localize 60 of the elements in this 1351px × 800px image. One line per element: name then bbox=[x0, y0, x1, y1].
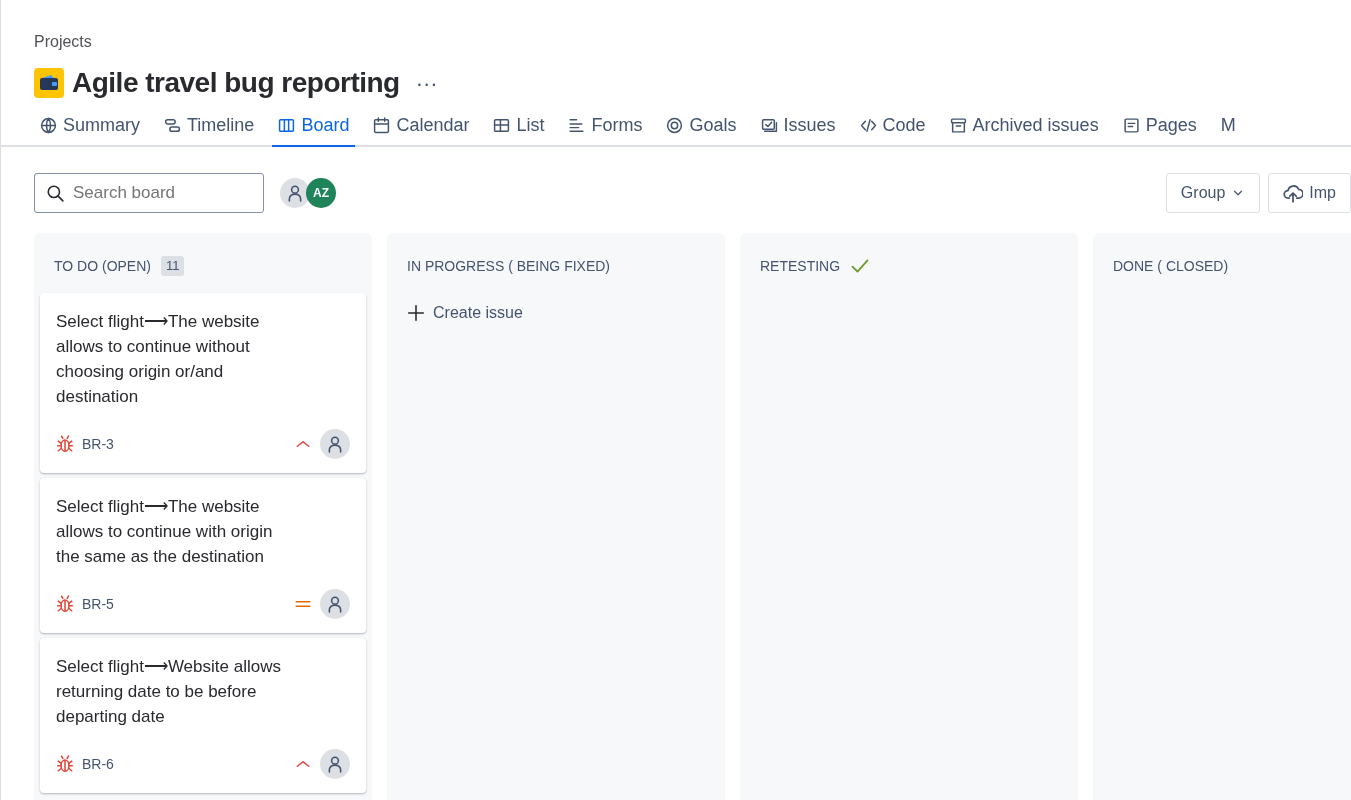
cloud-upload-icon bbox=[1283, 183, 1304, 203]
checkbox-icon bbox=[760, 117, 778, 134]
plus-icon bbox=[407, 304, 425, 322]
target-icon bbox=[666, 117, 684, 134]
page-icon bbox=[1122, 117, 1140, 134]
issue-count: 11 bbox=[160, 256, 185, 276]
tab[interactable]: Timeline bbox=[158, 108, 261, 147]
issue-summary: Select flight⟶Website allows returning date to be before departing date bbox=[56, 656, 282, 728]
tab[interactable]: Calendar bbox=[367, 108, 476, 147]
issue-summary: Select flight⟶The website allows to continue without choosing origin or/and destination bbox=[56, 311, 261, 408]
tab[interactable]: Code bbox=[853, 108, 932, 147]
search-field[interactable]: Search board bbox=[34, 173, 264, 213]
bug-icon bbox=[56, 755, 74, 773]
tab[interactable]: Board bbox=[272, 108, 356, 147]
issue-card[interactable]: Select flight⟶The website allows to continue with origin the same as the destination BR-5 bbox=[40, 478, 366, 633]
issue-card[interactable]: Select flight⟶The website allows to continue without choosing origin or/and destination BR-3 bbox=[40, 293, 366, 473]
column-title: RETESTING bbox=[760, 256, 841, 276]
more-button[interactable]: ··· bbox=[407, 66, 446, 100]
search-icon bbox=[46, 184, 64, 202]
avatar[interactable] bbox=[280, 178, 310, 208]
calendar-icon bbox=[373, 117, 391, 134]
column-title: DONE ( CLOSED) bbox=[1113, 256, 1229, 276]
issue-key[interactable]: BR-3 bbox=[82, 433, 114, 455]
project-title: Agile travel bug reporting bbox=[72, 66, 400, 100]
issue-key[interactable]: BR-6 bbox=[82, 753, 114, 775]
tab[interactable]: Issues bbox=[754, 108, 842, 147]
assignee-avatar[interactable] bbox=[320, 429, 350, 459]
tab[interactable]: M bbox=[1214, 108, 1242, 147]
tab[interactable]: Goals bbox=[660, 108, 743, 147]
board-icon bbox=[278, 117, 296, 134]
globe-icon bbox=[40, 117, 57, 134]
issue-key[interactable]: BR-5 bbox=[82, 593, 114, 615]
code-icon bbox=[859, 117, 877, 134]
tab[interactable]: Forms bbox=[562, 108, 649, 147]
table-icon bbox=[493, 117, 511, 134]
person-icon bbox=[326, 755, 344, 773]
bug-icon bbox=[56, 435, 74, 453]
toolbar-button[interactable]: Group bbox=[1165, 173, 1261, 213]
person-icon bbox=[326, 435, 344, 453]
person-icon bbox=[326, 595, 344, 613]
column-title: TO DO (OPEN) bbox=[54, 256, 151, 276]
tab[interactable]: Summary bbox=[34, 108, 146, 147]
assignee-avatar[interactable] bbox=[320, 749, 350, 779]
breadcrumb-link[interactable]: Projects bbox=[34, 0, 1351, 54]
tab[interactable]: Archived issues bbox=[943, 108, 1105, 147]
person-icon bbox=[286, 184, 304, 202]
archive-icon bbox=[949, 117, 967, 134]
issue-card[interactable]: Select flight⟶Website allows returning date to be before departing date BR-6 bbox=[40, 638, 366, 793]
toolbar-button[interactable]: Imp bbox=[1268, 173, 1351, 213]
column-title: IN PROGRESS ( BEING FIXED) bbox=[407, 256, 611, 276]
project-icon bbox=[34, 68, 64, 98]
create-issue-button[interactable]: Create issue bbox=[393, 293, 537, 333]
list-lines-icon bbox=[568, 117, 586, 134]
assignee-avatar[interactable] bbox=[320, 589, 350, 619]
issue-summary: Select flight⟶The website allows to continue with origin the same as the destination bbox=[56, 496, 274, 568]
tab[interactable]: Pages bbox=[1116, 108, 1203, 147]
tab[interactable]: List bbox=[487, 108, 551, 147]
timeline-icon bbox=[164, 117, 181, 134]
bug-icon bbox=[56, 595, 74, 613]
avatar[interactable]: AZ bbox=[306, 178, 336, 208]
